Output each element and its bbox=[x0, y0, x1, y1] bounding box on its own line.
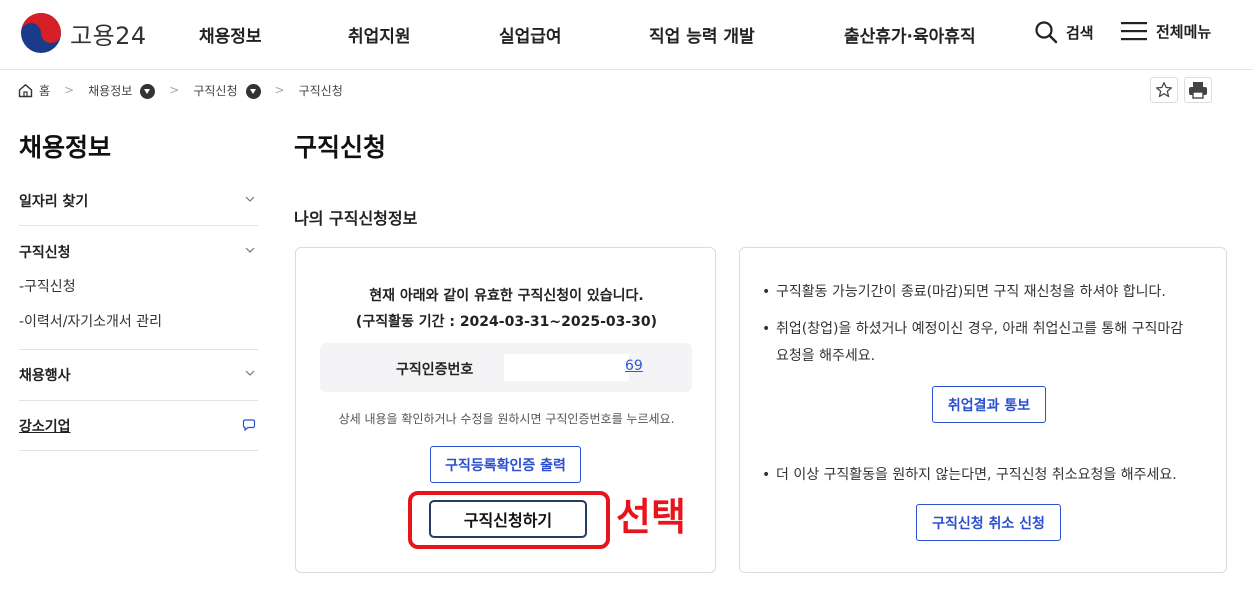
sidebar-subitem-resume-management[interactable]: -이력서/자기소개서 관리 bbox=[19, 311, 162, 331]
sidebar-item-small-giant-companies[interactable]: 강소기업 bbox=[19, 416, 258, 436]
valid-application-notice: 현재 아래와 같이 유효한 구직신청이 있습니다. bbox=[369, 288, 644, 304]
nav-item-employment-support[interactable]: 취업지원 bbox=[348, 22, 411, 47]
sidebar-divider bbox=[19, 400, 258, 401]
breadcrumb-separator-icon: > bbox=[274, 83, 285, 97]
sidebar-divider bbox=[19, 225, 258, 226]
search-label: 검색 bbox=[1066, 23, 1094, 42]
home-icon bbox=[18, 83, 33, 97]
breadcrumb-current: 구직신청 bbox=[298, 83, 343, 98]
hamburger-menu-icon bbox=[1121, 22, 1147, 41]
external-link-icon bbox=[242, 419, 256, 432]
breadcrumb-home[interactable]: 홈 bbox=[18, 82, 50, 99]
guidance-bullet-2: • 취업(창업)을 하셨거나 예정이신 경우, 아래 취업신고를 통해 구직마감 … bbox=[762, 321, 1184, 364]
breadcrumb-separator-icon: > bbox=[169, 83, 180, 97]
nav-item-parental-leave[interactable]: 출산휴가·육아휴직 bbox=[844, 22, 976, 47]
breadcrumb-item-job-application[interactable]: 구직신청 bbox=[193, 82, 261, 99]
cancel-application-button[interactable]: 구직신청 취소 신청 bbox=[916, 504, 1061, 541]
redacted-number-mask bbox=[504, 354, 629, 381]
certification-number-box: 구직인증번호 69 bbox=[320, 343, 692, 392]
breadcrumb: 홈 > 채용정보 > 구직신청 > 구직신청 bbox=[18, 80, 343, 100]
nav-item-jobs[interactable]: 채용정보 bbox=[199, 22, 262, 47]
site-header: 고용24 채용정보 취업지원 실업급여 직업 능력 개발 출산휴가·육아휴직 검… bbox=[0, 0, 1253, 70]
search-icon bbox=[1035, 21, 1058, 44]
section-title: 나의 구직신청정보 bbox=[294, 209, 418, 228]
help-text: 상세 내용을 확인하거나 수정을 원하시면 구직인증번호를 누르세요. bbox=[338, 412, 675, 426]
site-logo[interactable]: 고용24 bbox=[20, 12, 147, 54]
page-title: 구직신청 bbox=[294, 133, 387, 162]
taegeuk-logo-icon bbox=[21, 13, 61, 53]
all-menu-button[interactable]: 전체메뉴 bbox=[1120, 20, 1211, 42]
all-menu-label: 전체메뉴 bbox=[1156, 22, 1212, 41]
guidance-bullet-1: • 구직활동 가능기간이 종료(마감)되면 구직 재신청을 하셔야 합니다. bbox=[762, 284, 1166, 300]
sidebar-title: 채용정보 bbox=[19, 133, 112, 162]
logo-text: 고용24 bbox=[70, 21, 147, 50]
search-button[interactable]: 검색 bbox=[1034, 20, 1094, 44]
highlight-annotation-frame bbox=[408, 491, 610, 549]
breadcrumb-separator-icon: > bbox=[64, 83, 75, 97]
activity-period-text: (구직활동 기간 : 2024-03-31~2025-03-30) bbox=[355, 314, 658, 330]
sidebar-item-job-application[interactable]: 구직신청 bbox=[19, 242, 258, 262]
sidebar-subitem-job-application[interactable]: -구직신청 bbox=[19, 276, 76, 296]
star-icon bbox=[1155, 81, 1173, 98]
employment-result-report-button[interactable]: 취업결과 통보 bbox=[932, 386, 1046, 423]
sidebar-item-job-events[interactable]: 채용행사 bbox=[19, 365, 258, 385]
chevron-down-icon bbox=[245, 370, 255, 376]
sidebar-divider bbox=[19, 349, 258, 350]
certification-number-link[interactable]: 69 bbox=[625, 358, 643, 374]
nav-item-skills-development[interactable]: 직업 능력 개발 bbox=[649, 22, 755, 47]
nav-item-unemployment-benefits[interactable]: 실업급여 bbox=[499, 22, 562, 47]
chevron-down-icon bbox=[245, 247, 255, 253]
chevron-down-icon bbox=[245, 196, 255, 202]
sidebar-item-find-jobs[interactable]: 일자리 찾기 bbox=[19, 191, 258, 211]
dropdown-icon[interactable] bbox=[245, 83, 261, 99]
printer-icon bbox=[1189, 82, 1207, 99]
certification-number-label: 구직인증번호 bbox=[396, 362, 474, 378]
breadcrumb-item-jobs[interactable]: 채용정보 bbox=[88, 82, 156, 99]
dropdown-icon[interactable] bbox=[140, 83, 156, 99]
guidance-bullet-3: • 더 이상 구직활동을 원하지 않는다면, 구직신청 취소요청을 해주세요. bbox=[762, 467, 1177, 483]
highlight-annotation-label: 선택 bbox=[616, 495, 686, 539]
sidebar-divider bbox=[19, 450, 258, 451]
favorite-button[interactable] bbox=[1150, 77, 1178, 103]
print-registration-certificate-button[interactable]: 구직등록확인증 출력 bbox=[430, 446, 581, 483]
print-page-button[interactable] bbox=[1184, 77, 1212, 103]
